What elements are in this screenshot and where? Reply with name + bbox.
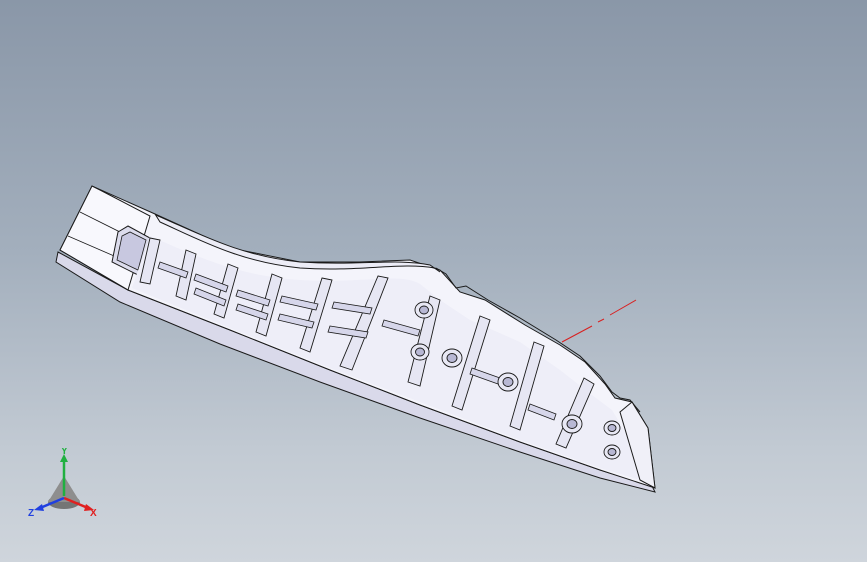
boss-1 <box>414 301 434 319</box>
boss-4 <box>497 372 519 392</box>
y-axis-label: Y <box>61 448 68 457</box>
reference-axis-line <box>561 299 637 343</box>
z-axis-arrow-icon <box>34 504 44 511</box>
x-axis-label: X <box>90 508 97 519</box>
graphics-viewport[interactable]: Y X Z <box>0 0 867 562</box>
z-axis-label: Z <box>28 508 34 519</box>
boss-5 <box>561 414 583 434</box>
boss-7 <box>603 444 621 460</box>
boss-2 <box>410 343 430 361</box>
cad-part-model[interactable] <box>0 0 867 562</box>
boss-3 <box>441 348 463 368</box>
boss-6 <box>603 420 621 436</box>
view-orientation-triad[interactable]: Y X Z <box>26 448 106 524</box>
